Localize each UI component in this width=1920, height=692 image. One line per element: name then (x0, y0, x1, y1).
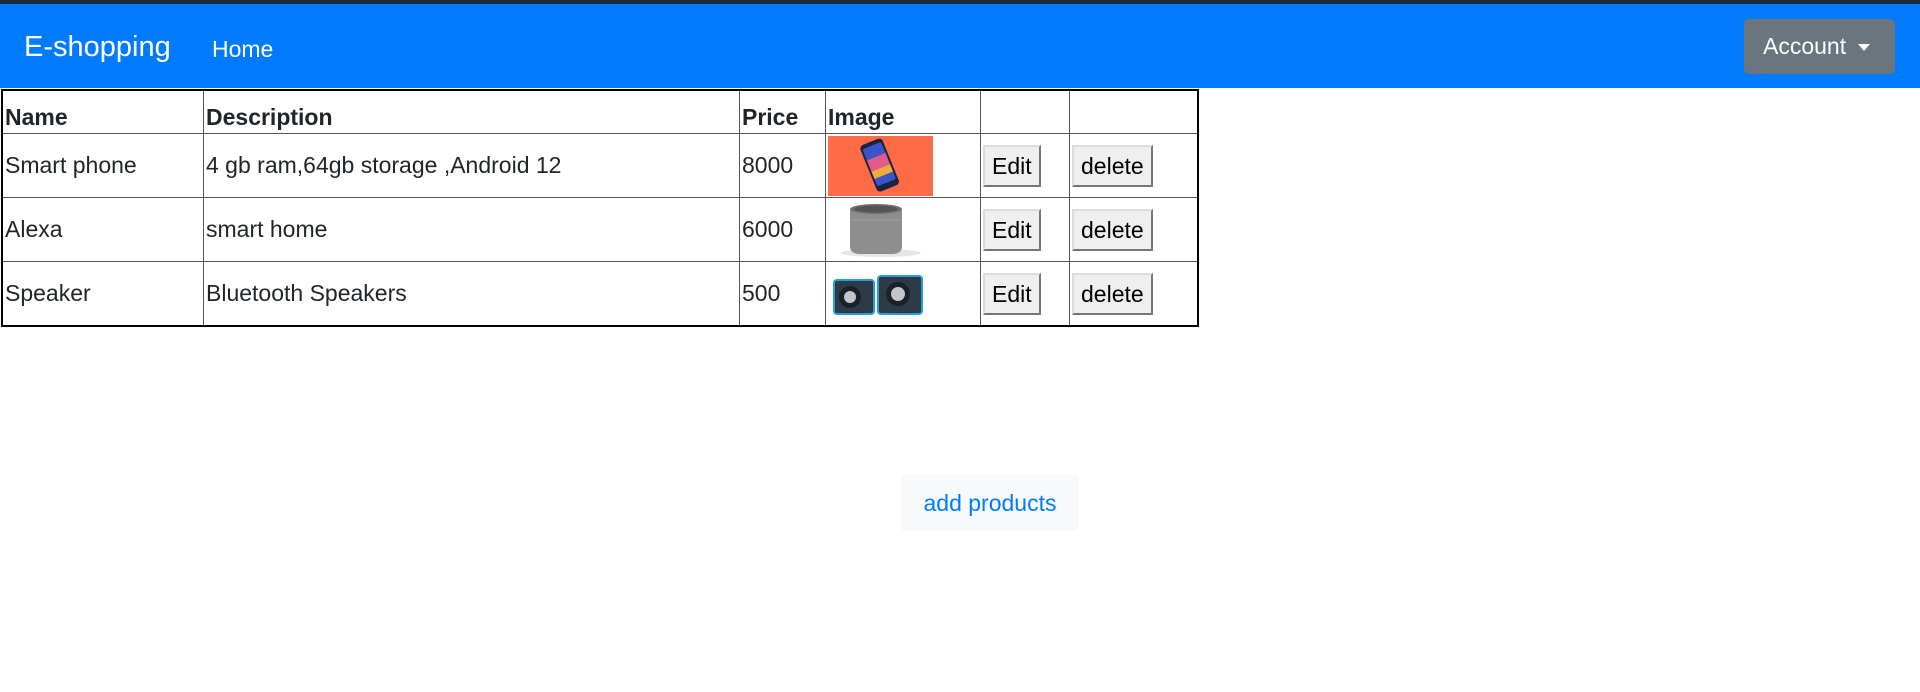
product-image-cell (825, 197, 981, 262)
caret-down-icon (1858, 44, 1871, 51)
table-row: Speaker Bluetooth Speakers 500 Edit dele… (1, 261, 1199, 327)
edit-cell: Edit (980, 133, 1070, 198)
product-name: Speaker (1, 261, 204, 327)
product-image-cell (825, 133, 981, 198)
product-price: 8000 (739, 133, 826, 198)
products-table: Name Description Price Image Smart phone… (1, 89, 1199, 327)
edit-cell: Edit (980, 197, 1070, 262)
edit-button[interactable]: Edit (983, 144, 1041, 187)
product-price: 500 (739, 261, 826, 327)
account-label: Account (1763, 33, 1847, 59)
account-dropdown-button[interactable]: Account (1744, 19, 1895, 74)
product-price: 6000 (739, 197, 826, 262)
edit-cell: Edit (980, 261, 1070, 327)
product-description: 4 gb ram,64gb storage ,Android 12 (203, 133, 740, 198)
table-header-row: Name Description Price Image (1, 89, 1199, 134)
header-image: Image (825, 89, 981, 134)
delete-button[interactable]: delete (1072, 144, 1153, 187)
brand-link[interactable]: E-shopping (24, 30, 171, 64)
edit-button[interactable]: Edit (983, 272, 1041, 315)
delete-cell: delete (1069, 133, 1199, 198)
table-row: Alexa smart home 6000 Edit delete (1, 197, 1199, 262)
bluetooth-speakers-image (828, 263, 933, 324)
add-products-button[interactable]: add products (901, 475, 1079, 531)
nav-home-link[interactable]: Home (212, 36, 273, 62)
product-description: Bluetooth Speakers (203, 261, 740, 327)
delete-button[interactable]: delete (1072, 272, 1153, 315)
edit-button[interactable]: Edit (983, 208, 1041, 251)
product-name: Smart phone (1, 133, 204, 198)
product-name: Alexa (1, 197, 204, 262)
header-name: Name (1, 89, 204, 134)
header-delete (1069, 89, 1199, 134)
navbar: E-shopping Home Account (0, 4, 1920, 88)
product-image-cell (825, 261, 981, 327)
smartphone-image (828, 135, 933, 196)
delete-button[interactable]: delete (1072, 208, 1153, 251)
product-description: smart home (203, 197, 740, 262)
header-price: Price (739, 89, 826, 134)
smart-speaker-image (828, 199, 933, 260)
delete-cell: delete (1069, 261, 1199, 327)
header-description: Description (203, 89, 740, 134)
header-edit (980, 89, 1070, 134)
table-row: Smart phone 4 gb ram,64gb storage ,Andro… (1, 133, 1199, 198)
delete-cell: delete (1069, 197, 1199, 262)
